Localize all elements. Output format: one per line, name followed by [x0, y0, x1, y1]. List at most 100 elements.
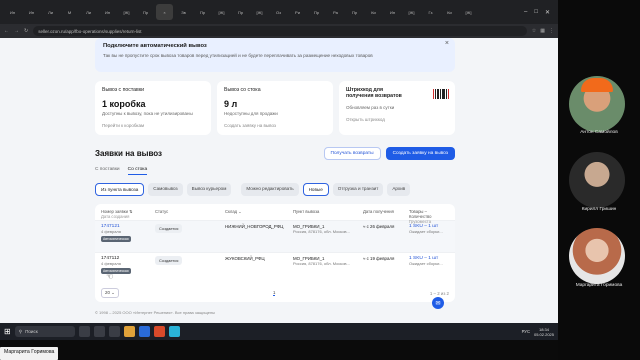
- browser-tab[interactable]: Пр: [137, 4, 154, 20]
- go-to-boxes-link[interactable]: Перейти к коробкам: [102, 123, 204, 128]
- card-value: 9 л: [224, 99, 238, 109]
- card-supply-return: Вывоз с поставки 1 коробка Доступны к вы…: [95, 81, 211, 135]
- barcode-icon: [433, 89, 450, 99]
- browser-tab[interactable]: Ин: [384, 4, 401, 20]
- warehouse-name: НИЖНИЙ_НОВГОРОД_РФЦ: [225, 224, 284, 229]
- browser-tab[interactable]: [Ж]: [251, 4, 268, 20]
- filter-chips: Из пункта вывоза Самовывоз Вывоз курьеро…: [95, 183, 455, 196]
- close-window-icon[interactable]: ✕: [545, 9, 550, 16]
- tab-bar: Ин Ин Ли M Ли Ин [Ж] Пр × Зв Пр [Ж] Пр [Ж] Оз Ри Пр Ра Пр К…: [0, 0, 558, 24]
- per-page-select[interactable]: 20 ⌄: [101, 288, 119, 298]
- browser-tab[interactable]: Ки: [441, 4, 458, 20]
- participant-name: Антон Самойлов: [580, 130, 618, 135]
- filter-editable[interactable]: Можно редактировать: [241, 183, 299, 196]
- clock[interactable]: 18:34 05.02.2025: [534, 327, 554, 337]
- taskbar-app-icon[interactable]: [153, 326, 165, 337]
- open-barcode-link[interactable]: Открыть штрихкод: [346, 117, 448, 122]
- telegram-icon[interactable]: [168, 326, 180, 337]
- browser-tab[interactable]: Ин: [23, 4, 40, 20]
- browser-tab[interactable]: Пр: [232, 4, 249, 20]
- participant-name: Маргарита Горимова: [575, 283, 623, 288]
- chat-icon[interactable]: ✉: [432, 297, 444, 309]
- tab-from-stock[interactable]: Со стока: [127, 167, 148, 175]
- browser-tab[interactable]: Оз: [270, 4, 287, 20]
- mouse-cursor-icon: ☜: [106, 272, 114, 281]
- browser-tab[interactable]: Ли: [80, 4, 97, 20]
- col-warehouse[interactable]: Склад ⌄: [225, 209, 293, 220]
- create-request-button[interactable]: Создать заявку на вывоз: [385, 146, 455, 160]
- browser-tab[interactable]: [Ж]: [118, 4, 135, 20]
- pickup-point-address: Россия, 878176, обл. Москов...: [293, 261, 350, 266]
- browser-tab[interactable]: [Ж]: [460, 4, 477, 20]
- browser-tab[interactable]: Пр: [194, 4, 211, 20]
- back-icon[interactable]: ←: [4, 28, 9, 34]
- window-controls: – □ ✕: [524, 9, 554, 16]
- forward-icon[interactable]: →: [14, 28, 19, 34]
- col-pickup-point: Пункт вывоза: [293, 209, 320, 214]
- table-row[interactable]: 1747121 4 февраля Автоматическая Создает…: [95, 220, 455, 252]
- filter-courier[interactable]: Вывоз курьером: [186, 183, 232, 196]
- banner-title: Подключите автоматический вывоз: [103, 43, 207, 49]
- warehouse-name: ЖУКОВСКИЙ_РФЦ: [225, 256, 265, 261]
- browser-tab[interactable]: Ра: [327, 4, 344, 20]
- browser-tab[interactable]: Зв: [175, 4, 192, 20]
- card-value: 1 коробка: [102, 99, 146, 109]
- browser-tab[interactable]: Гз: [422, 4, 439, 20]
- col-request-number[interactable]: Номер заявки ⇅ Дата создания: [101, 209, 155, 220]
- filter-shipping[interactable]: Отгрузка и транзит: [332, 183, 384, 196]
- close-icon[interactable]: ×: [445, 40, 449, 47]
- auto-return-banner: Подключите автоматический вывоз Так вы н…: [95, 38, 455, 72]
- request-date: 4 февраля: [101, 261, 121, 266]
- taskbar: ⊞ ⚲ Поиск РУС 18:34 05.02.2025: [0, 323, 558, 340]
- create-request-link[interactable]: Создать заявку на вывоз: [224, 123, 326, 128]
- requests-table: Номер заявки ⇅ Дата создания Статус Склад…: [95, 204, 455, 302]
- address-bar: ← → ↻ seller.ozon.ru/app/fbo-operations/…: [0, 24, 558, 38]
- taskbar-app-icon[interactable]: [138, 326, 150, 337]
- filter-pickup-point[interactable]: Из пункта вывоза: [95, 183, 145, 196]
- taskbar-app-icon[interactable]: [78, 326, 90, 337]
- taskbar-search[interactable]: ⚲ Поиск: [14, 326, 75, 337]
- taskbar-app-icon[interactable]: [108, 326, 120, 337]
- taskbar-app-icon[interactable]: [93, 326, 105, 337]
- browser-tab[interactable]: [Ж]: [403, 4, 420, 20]
- pagination-info: 1 – 2 из 2: [429, 290, 449, 296]
- url-field[interactable]: seller.ozon.ru/app/fbo-operations/suppli…: [33, 26, 527, 36]
- browser-tab[interactable]: Ки: [365, 4, 382, 20]
- receive-returns-button[interactable]: Получать возвраты: [323, 146, 381, 160]
- extensions-icon[interactable]: ▦: [540, 28, 545, 34]
- table-row[interactable]: 1747112 4 февраля Автоматическая Создает…: [95, 252, 455, 284]
- browser-tab[interactable]: ×: [156, 4, 173, 20]
- browser-tab[interactable]: Ри: [289, 4, 306, 20]
- language-indicator[interactable]: РУС: [522, 329, 530, 334]
- card-stock-return: Вывоз со стока 9 л Недоступны для продаж…: [217, 81, 333, 135]
- filter-archive[interactable]: Архив: [387, 183, 411, 196]
- col-goods: Товары – Количество Грузоместа: [409, 209, 432, 224]
- menu-icon[interactable]: ⋮: [549, 28, 554, 34]
- card-title: Вывоз со стока: [224, 87, 261, 93]
- search-icon: ⚲: [18, 328, 23, 334]
- minimize-icon[interactable]: –: [524, 9, 527, 16]
- page-number[interactable]: 1: [273, 290, 276, 296]
- filter-self-pickup[interactable]: Самовывоз: [148, 183, 183, 196]
- filter-new[interactable]: Новые: [302, 183, 329, 196]
- tab-from-supply[interactable]: С поставки: [95, 167, 120, 175]
- windows-start-icon[interactable]: ⊞: [4, 327, 11, 336]
- participant-name: Кирилл Гришин: [581, 207, 617, 212]
- browser-tab[interactable]: Пр: [346, 4, 363, 20]
- banner-text: Так вы не пропустите срок вывоза товаров…: [103, 53, 373, 58]
- browser-tab[interactable]: [Ж]: [213, 4, 230, 20]
- browser-tab[interactable]: M: [61, 4, 78, 20]
- reload-icon[interactable]: ↻: [24, 28, 28, 34]
- card-subtitle: Недоступны для продажи: [224, 111, 278, 116]
- browser-tab[interactable]: Пр: [308, 4, 325, 20]
- section-title: Заявки на вывоз: [95, 148, 163, 158]
- browser-tab[interactable]: Ин: [99, 4, 116, 20]
- folder-icon[interactable]: [123, 326, 135, 337]
- card-subtitle: Доступны к вывозу, пока не утилизированы: [102, 111, 193, 116]
- avatar: [569, 228, 625, 284]
- browser-tab[interactable]: Ин: [4, 4, 21, 20]
- star-icon[interactable]: ☆: [532, 28, 536, 34]
- maximize-icon[interactable]: □: [534, 9, 538, 16]
- browser-tab[interactable]: Ли: [42, 4, 59, 20]
- avatar: [569, 152, 625, 208]
